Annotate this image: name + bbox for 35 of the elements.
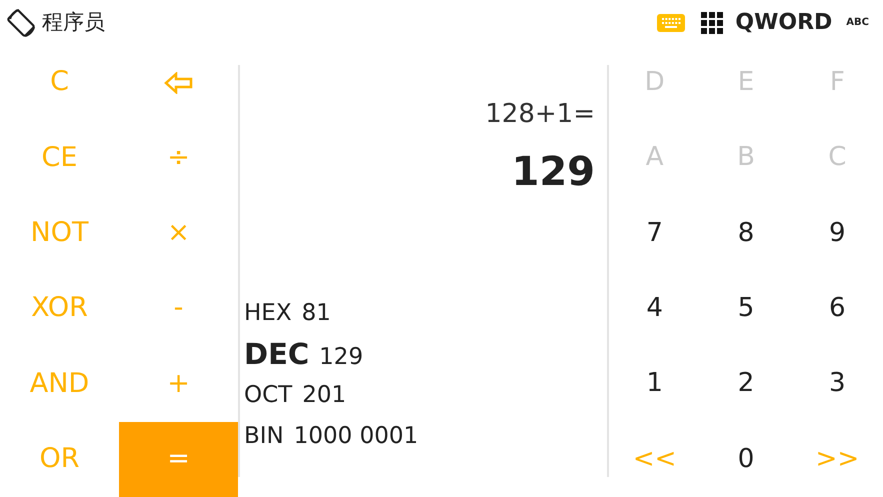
- rotate-icon[interactable]: [6, 6, 38, 38]
- digit-key[interactable]: 7: [609, 196, 700, 271]
- digit-key[interactable]: 0: [700, 422, 792, 497]
- digit-key[interactable]: 2: [700, 346, 792, 422]
- operator-key[interactable]: -: [119, 271, 238, 346]
- shift-key[interactable]: >>: [792, 422, 883, 497]
- operator-key[interactable]: +: [119, 346, 238, 422]
- backspace-icon: [164, 72, 194, 94]
- equals-key[interactable]: =: [119, 422, 238, 497]
- radix-row[interactable]: BIN 1000 0001: [244, 416, 607, 457]
- grid-icon[interactable]: [701, 12, 724, 34]
- digit-key[interactable]: 5: [700, 271, 792, 346]
- radix-row[interactable]: DEC 129: [244, 334, 607, 375]
- operator-key[interactable]: AND: [0, 346, 119, 422]
- operator-key[interactable]: C: [0, 45, 119, 120]
- digit-key[interactable]: 8: [700, 196, 792, 271]
- word-size-button[interactable]: QWORD: [735, 6, 832, 39]
- radix-row[interactable]: OCT 201: [244, 375, 607, 416]
- operator-key[interactable]: OR: [0, 422, 119, 497]
- result-text: 129: [512, 148, 595, 197]
- digit-key[interactable]: 4: [609, 271, 700, 346]
- radix-row[interactable]: HEX 81: [244, 293, 607, 334]
- digit-key[interactable]: 1: [609, 346, 700, 422]
- digit-key[interactable]: 6: [792, 271, 883, 346]
- operator-key[interactable]: ÷: [119, 120, 238, 196]
- operator-key[interactable]: CE: [0, 120, 119, 196]
- mode-label[interactable]: ABC: [846, 15, 869, 30]
- operator-key[interactable]: NOT: [0, 196, 119, 271]
- digit-key[interactable]: 9: [792, 196, 883, 271]
- digit-key[interactable]: 3: [792, 346, 883, 422]
- operator-key[interactable]: XOR: [0, 271, 119, 346]
- shift-key[interactable]: <<: [609, 422, 700, 497]
- expression-text: 128+1=: [485, 98, 595, 131]
- app-title: 程序员: [42, 8, 105, 36]
- operator-key[interactable]: ×: [119, 196, 238, 271]
